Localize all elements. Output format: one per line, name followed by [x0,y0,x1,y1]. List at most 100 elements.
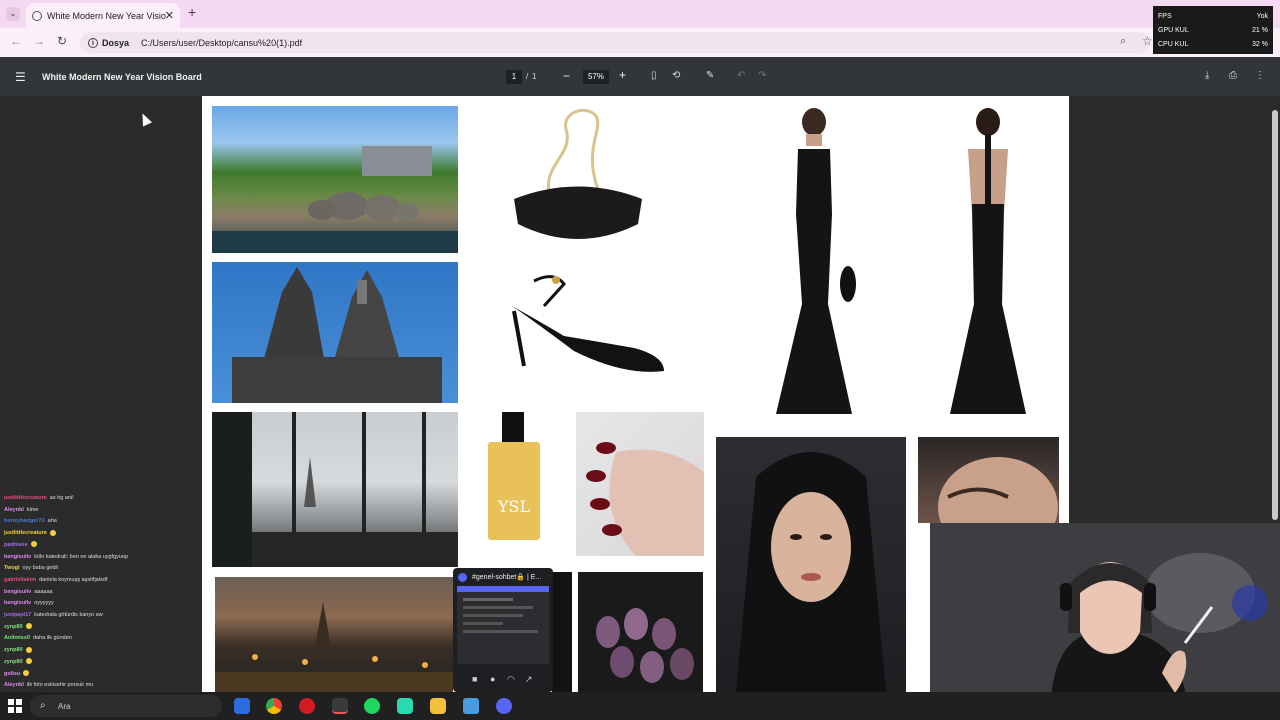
folder-icon[interactable] [430,698,446,714]
address-chip: Dosya [102,37,130,48]
download-icon[interactable]: ⤓ [1205,70,1209,81]
black-heels-photo [504,266,669,381]
overlay-value: 32 % [1252,40,1268,48]
opera-icon[interactable] [299,698,315,714]
chat-message: bengisuliv aaaaaa [4,587,200,599]
undo-icon[interactable]: ↶ [737,70,745,81]
perfume-illustration: YSL [488,412,540,540]
address-bar[interactable]: i Dosya C:/Users/user/Desktop/cansu%20(1… [80,32,1150,53]
chat-text: katedrala götürdis kanyo aw [34,612,103,619]
overlay-value: Yok [1256,12,1268,20]
chat-message: Anilmiss0 daha ilk günden [4,633,200,645]
emote-icon [25,658,32,665]
print-icon[interactable]: ⎙ [1229,70,1237,81]
store-icon[interactable] [234,698,250,714]
chrome-icon[interactable] [266,698,282,714]
screen-share-icon[interactable]: ↗ [525,674,533,685]
makeup-portrait-illustration [938,457,1058,523]
obs-icon[interactable] [332,698,348,714]
headphones-icon[interactable]: ◠ [507,674,515,685]
discord-window-title: #genel-sohbet🔒 | E... [472,574,542,581]
more-icon[interactable]: ⋮ [1255,70,1265,81]
chat-username[interactable]: justlittlecreature [4,530,47,536]
chat-text: aaaaaa [34,588,53,595]
discord-window-preview[interactable] [453,568,553,692]
chat-username[interactable]: Anilmiss0 [4,635,30,641]
browser-tab[interactable]: White Modern New Year Visio ✕ [26,3,180,28]
annotate-icon[interactable]: ✎ [706,70,714,81]
chat-text: köln katedrali: ben ne alaka uygfgyuop [34,553,129,560]
camera-icon[interactable]: ■ [472,674,477,684]
chat-message: honeybadger73 aha [4,516,200,528]
zoom-icon[interactable]: ⌕ [1120,35,1126,48]
chat-username[interactable]: Aleynbl [4,682,24,688]
chat-message: justlittlecreature as hg ani! [4,493,200,505]
purple-tulips-photo [578,572,703,692]
rotate-icon[interactable]: ⟲ [672,70,680,81]
chat-username[interactable]: Twogi [4,565,19,571]
chat-text: oyyyyyy [34,600,54,607]
app-icon[interactable] [397,698,413,714]
chat-message: gabriellakim daniela koymuşş aşsltfjalsdf [4,575,200,587]
scrollbar-thumb[interactable] [1272,110,1278,520]
close-icon[interactable]: ✕ [165,9,174,22]
window-view-illustration [212,412,458,567]
chat-username[interactable]: golisu [4,671,20,677]
chat-message: Aleynbl ilk foto eskisehir porsuk mu [4,680,200,692]
chat-username[interactable]: justlittlecreature [4,495,47,501]
performance-overlay: FPS Yok GPU KUL 21 % CPU KUL 32 % [1153,6,1273,54]
emote-icon [49,529,56,536]
overlay-label: FPS [1158,12,1172,20]
black-dress-back-photo [938,104,1048,422]
chat-username[interactable]: bengisuliv [4,589,31,595]
forward-icon[interactable]: → [33,34,45,48]
spotify-icon[interactable] [364,698,380,714]
heels-illustration [512,275,664,372]
chat-username[interactable]: bengisuliv [4,554,31,560]
emote-icon [23,670,30,677]
chat-message: golisu [4,669,200,681]
mic-icon[interactable]: ● [490,674,495,684]
discord-icon [458,573,467,582]
chat-username[interactable]: gabriellakim [4,577,36,583]
makeup-portrait-photo [918,437,1059,523]
zoom-in-icon[interactable]: + [619,68,626,82]
overlay-row: CPU KUL 32 % [1158,37,1268,51]
zoom-out-icon[interactable]: − [563,69,570,83]
chat-username[interactable]: zynp80 [4,647,23,653]
discord-preview-illustration [457,586,549,664]
chat-username[interactable]: honeybadger73 [4,518,45,524]
dark-photo [552,572,572,692]
chat-username[interactable]: zynp80 [4,624,23,630]
chat-message: Twogi oyy baba geldi [4,563,200,575]
chat-username[interactable]: zynp80 [4,659,23,665]
redo-icon[interactable]: ↷ [758,70,766,81]
taskbar-search[interactable]: Ara [30,695,222,717]
overlay-label: GPU KUL [1158,26,1189,34]
chat-username[interactable]: justpapi17 [4,612,31,618]
star-icon[interactable]: ☆ [1142,34,1153,48]
windows-start-icon[interactable] [8,699,22,713]
reload-icon[interactable]: ↻ [57,34,67,48]
chat-username[interactable]: bengisuliv [4,600,31,606]
page-number-input[interactable]: 1 [506,70,522,84]
chat-username[interactable]: Aleynbl [4,507,24,513]
chat-message: zynp80 [4,657,200,669]
woman-portrait-photo [716,437,906,692]
tab-search-icon[interactable]: ⌄ [6,7,20,21]
chat-username[interactable]: padmeee [4,542,28,548]
menu-icon[interactable]: ☰ [15,70,26,84]
back-icon[interactable]: ← [10,34,22,48]
discord-taskbar-icon[interactable] [496,698,512,714]
webcam-feed [930,523,1280,720]
black-dress-front-photo [762,104,872,422]
perfume-bottle-photo: YSL [480,412,550,542]
app2-icon[interactable] [463,698,479,714]
zoom-input[interactable]: 57% [583,70,609,84]
plus-icon[interactable]: + [188,4,196,20]
info-icon[interactable]: i [88,37,98,48]
fit-page-icon[interactable]: ▯ [651,70,657,81]
cathedral-illustration [232,267,442,403]
svg-text:YSL: YSL [497,497,531,516]
page-separator: / [526,72,529,81]
